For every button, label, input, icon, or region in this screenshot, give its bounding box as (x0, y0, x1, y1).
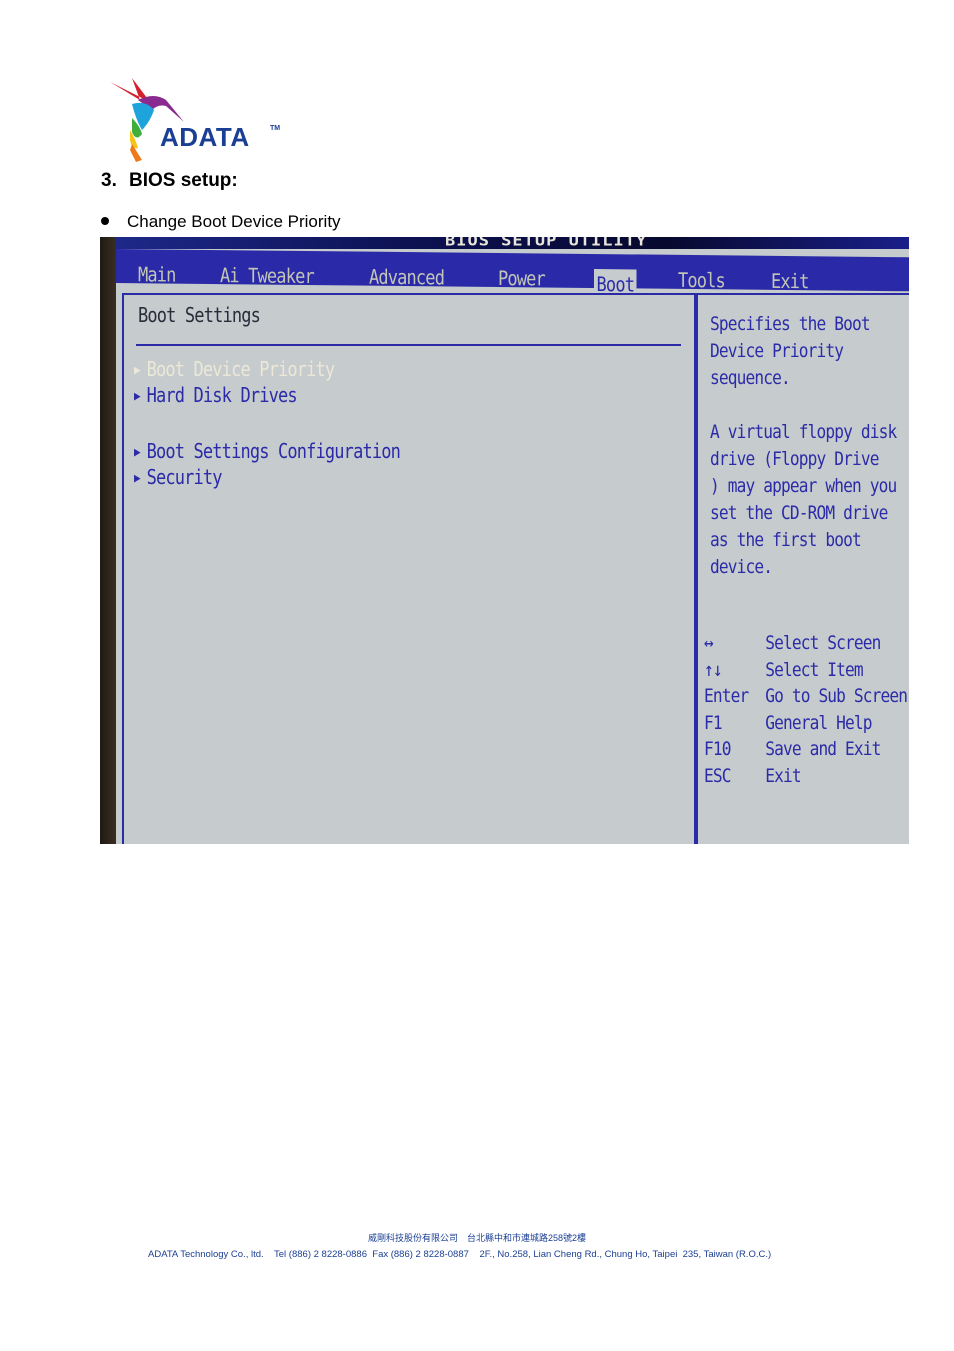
bios-tab-exit[interactable]: Exit (771, 269, 809, 293)
submenu-arrow-icon: ▶ (134, 363, 141, 378)
key-row: Enter Go to Sub Screen (704, 685, 908, 712)
key-action: Save and Exit (765, 738, 881, 760)
bios-item-hard-disk-drives[interactable]: ▶ Hard Disk Drives (134, 383, 298, 407)
bios-item-security[interactable]: ▶ Security (134, 465, 223, 489)
bios-key-legend: ↔ Select Screen ↑↓ Select Item Enter Go to … (704, 632, 908, 792)
help-line: device. (710, 556, 773, 578)
bios-screenshot: BIOS SETUP UTILITY Main Ai Tweaker Advan… (100, 237, 909, 844)
logo-wordmark: ADATA (160, 122, 250, 152)
key-label: Enter (704, 685, 749, 707)
section-heading: 3. BIOS setup: (101, 170, 238, 192)
bios-separator (136, 344, 681, 346)
help-line (710, 392, 896, 419)
help-line: Specifies the Boot (710, 313, 871, 335)
help-line: A virtual floppy disk (710, 421, 897, 443)
footer-english-address: ADATA Technology Co., ltd. Tel (886) 2 8… (148, 1249, 772, 1260)
key-label: F1 (704, 711, 723, 734)
help-line: set the CD-ROM drive (710, 502, 888, 524)
bios-section-title: Boot Settings (138, 303, 261, 327)
bios-item-label: Hard Disk Drives (146, 383, 298, 407)
key-row: ↑↓ Select Item (704, 659, 907, 686)
bios-help-text: Specifies the Boot Device Priority seque… (710, 311, 897, 581)
bios-tab-power[interactable]: Power (498, 266, 545, 290)
submenu-arrow-icon: ▶ (134, 471, 141, 486)
section-title: BIOS setup: (129, 170, 238, 191)
section-number: 3. (101, 170, 117, 191)
logo-trademark: TM (270, 125, 281, 132)
up-down-arrows-icon: ↑↓ (704, 658, 723, 681)
bios-tab-main[interactable]: Main (138, 262, 176, 286)
bios-title: BIOS SETUP UTILITY (445, 237, 648, 250)
bios-item-label: Boot Device Priority (146, 357, 336, 381)
key-action: Select Screen (765, 632, 881, 654)
key-row: F10 Save and Exit (704, 738, 907, 765)
key-row: ESC Exit (704, 765, 907, 792)
key-row: F1 General Help (704, 712, 907, 739)
bios-item-boot-settings-configuration[interactable]: ▶ Boot Settings Configuration (134, 439, 401, 463)
photo-edge (100, 237, 116, 844)
footer-chinese-address: 威剛科技股份有限公司 台北縣中和市連城路258號2樓 (367, 1233, 587, 1243)
key-action: Go to Sub Screen (765, 685, 908, 707)
key-action: Select Item (765, 658, 863, 681)
key-row: ↔ Select Screen (704, 632, 907, 659)
bios-tab-advanced[interactable]: Advanced (369, 265, 444, 290)
left-right-arrows-icon: ↔ (704, 632, 714, 654)
bios-tab-ai-tweaker[interactable]: Ai Tweaker (220, 263, 314, 288)
bullet-item: Change Boot Device Priority (101, 212, 341, 232)
key-action: Exit (765, 764, 801, 787)
help-line: ) may appear when you (710, 475, 897, 497)
help-line: sequence. (710, 367, 791, 389)
submenu-arrow-icon: ▶ (134, 445, 141, 460)
key-label: ESC (704, 764, 731, 787)
help-line: Device Priority (710, 340, 844, 362)
bios-item-boot-device-priority[interactable]: ▶ Boot Device Priority (134, 357, 336, 381)
bios-item-label: Security (146, 465, 223, 489)
submenu-arrow-icon: ▶ (134, 389, 141, 404)
bios-tab-tools[interactable]: Tools (678, 268, 725, 292)
bios-menubar: Main Ai Tweaker Advanced Power Boot Tool… (116, 249, 909, 300)
key-action: General Help (765, 711, 872, 734)
adata-logo: ADATA TM (102, 70, 286, 165)
bullet-icon (101, 216, 109, 225)
help-line: as the first boot (710, 529, 862, 551)
help-line: drive (Floppy Drive (710, 448, 879, 470)
key-label: F10 (704, 738, 731, 760)
bios-item-label: Boot Settings Configuration (146, 439, 401, 463)
bullet-text: Change Boot Device Priority (127, 212, 341, 231)
